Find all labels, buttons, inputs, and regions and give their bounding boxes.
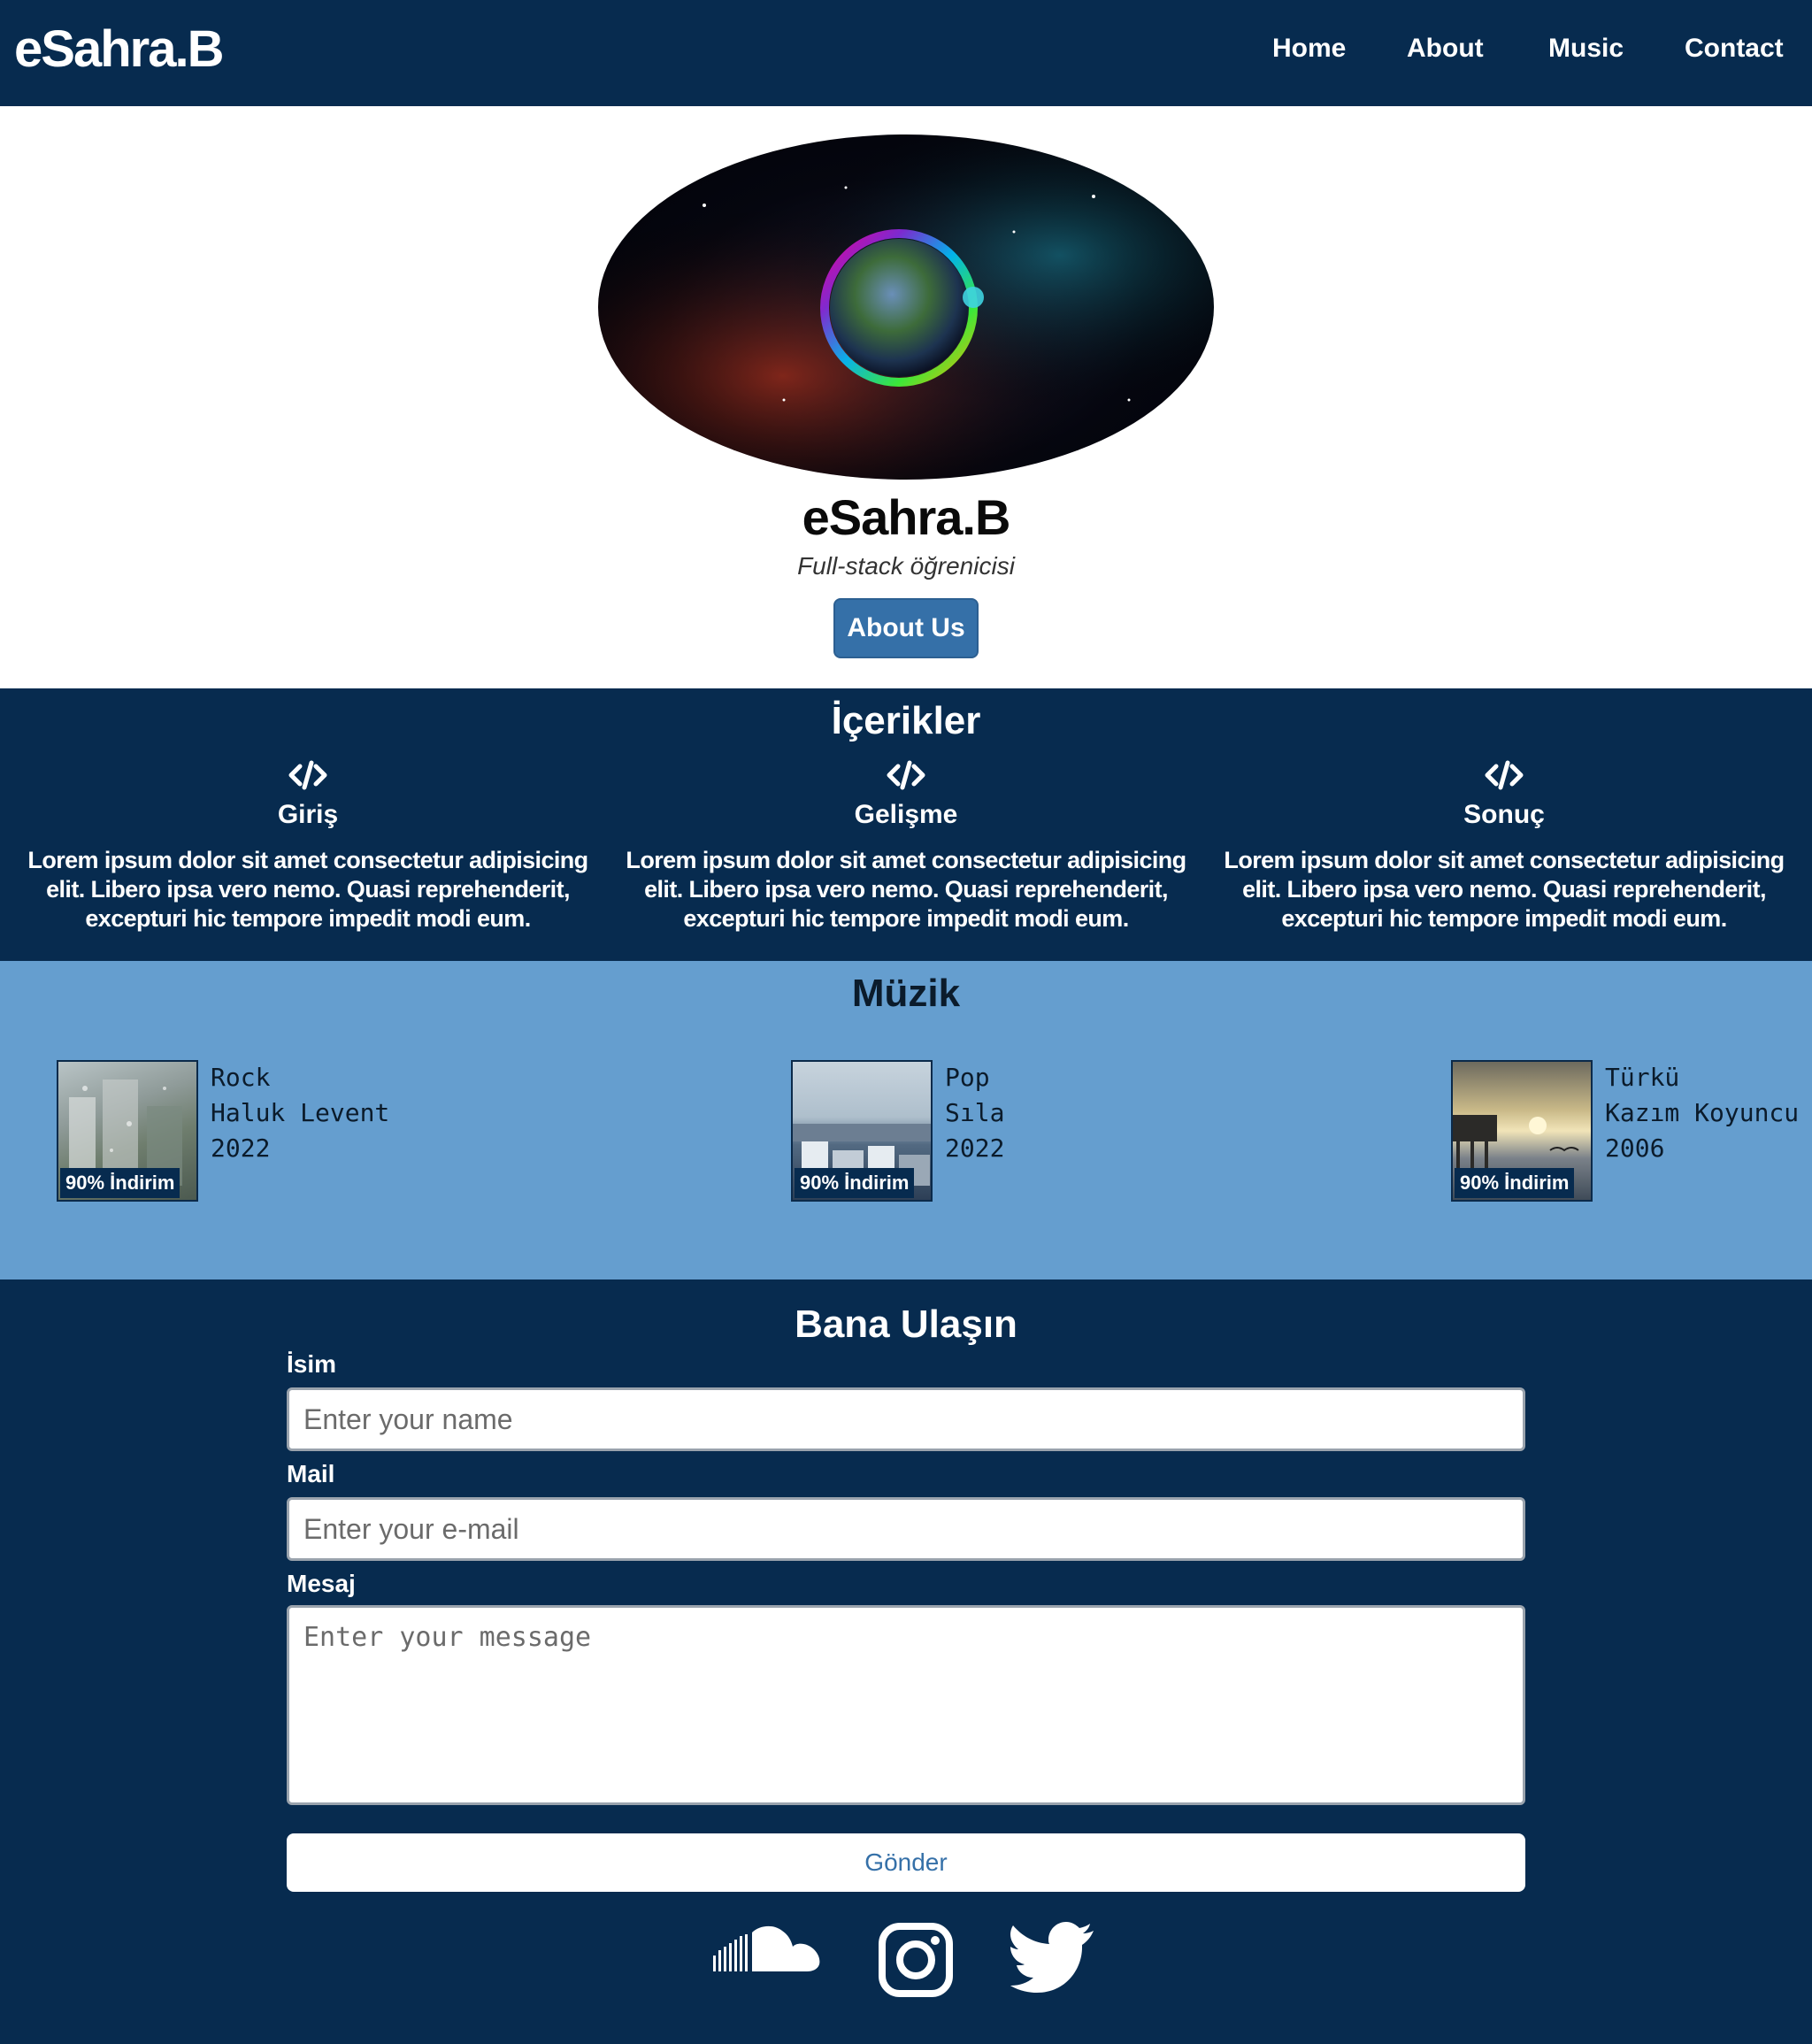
content-column: Giriş Lorem ipsum dolor sit amet consect… [16,759,600,934]
content-heading: Gelişme [854,800,958,829]
album-meta: Rock Haluk Levent 2022 [211,1060,476,1166]
email-input[interactable]: Enter your e-mail [287,1497,1525,1561]
code-icon [288,760,327,790]
discount-badge: 90% İndirim [60,1168,180,1198]
music-section: Müzik 90% İndirim Rock Haluk Levent 2022 [0,961,1812,1279]
navbar: eSahra.B Home About Music Contact [0,0,1812,106]
message-textarea[interactable]: Enter your message [287,1605,1525,1805]
contents-title: İçerikler [831,699,981,742]
code-icon [1485,760,1524,790]
content-text: Lorem ipsum dolor sit amet consectetur a… [27,847,588,932]
planet-illustration [598,134,1214,480]
soundcloud-icon[interactable] [713,1922,825,1977]
nav-contact[interactable]: Contact [1685,34,1784,64]
nav-home[interactable]: Home [1272,34,1346,64]
content-heading: Giriş [277,800,339,829]
content-heading: Sonuç [1463,800,1545,829]
contact-title: Bana Ulaşın [795,1302,1017,1346]
music-title: Müzik [851,972,961,1015]
nav-about[interactable]: About [1407,34,1484,64]
album-cover: 90% İndirim [57,1060,198,1202]
album-cover: 90% İndirim [1451,1060,1593,1202]
mail-label: Mail [287,1460,335,1487]
hero-image [598,134,1214,480]
instagram-icon[interactable] [878,1922,954,1998]
album-artist: Sıla [945,1098,1005,1127]
nav-music[interactable]: Music [1548,34,1624,64]
submit-button[interactable]: Gönder [287,1833,1525,1892]
album-meta: Türkü Kazım Koyuncu 2006 [1605,1060,1812,1166]
album-artist: Haluk Levent [211,1098,390,1127]
name-label: İsim [287,1350,337,1378]
hero-section: eSahra.B Full-stack öğrenicisi About Us [0,106,1812,688]
album-genre: Rock [211,1063,271,1092]
album-year: 2022 [945,1133,1005,1163]
hero-role: Full-stack öğrenicisi [797,552,1015,580]
album-genre: Pop [945,1063,990,1092]
message-label: Mesaj [287,1570,356,1597]
album-genre: Türkü [1605,1063,1680,1092]
content-text: Lorem ipsum dolor sit amet consectetur a… [626,847,1186,932]
brand-logo[interactable]: eSahra.B [14,19,224,79]
content-text: Lorem ipsum dolor sit amet consectetur a… [1224,847,1785,932]
content-column: Gelişme Lorem ipsum dolor sit amet conse… [614,759,1198,934]
content-column: Sonuç Lorem ipsum dolor sit amet consect… [1212,759,1796,934]
album-artist: Kazım Koyuncu [1605,1098,1800,1127]
album-year: 2006 [1605,1133,1665,1163]
album-year: 2022 [211,1133,271,1163]
album-cover: 90% İndirim [791,1060,933,1202]
contact-section: Bana Ulaşın İsim Enter your name Mail En… [0,1279,1812,2044]
discount-badge: 90% İndirim [1455,1168,1575,1198]
discount-badge: 90% İndirim [795,1168,915,1198]
album-meta: Pop Sıla 2022 [945,1060,1210,1166]
hero-name: eSahra.B [802,489,1011,545]
name-input[interactable]: Enter your name [287,1387,1525,1451]
twitter-icon[interactable] [1010,1922,1095,1993]
about-us-button[interactable]: About Us [833,598,979,658]
code-icon [887,760,925,790]
contents-section: İçerikler Giriş Lorem ipsum dolor sit am… [0,688,1812,961]
